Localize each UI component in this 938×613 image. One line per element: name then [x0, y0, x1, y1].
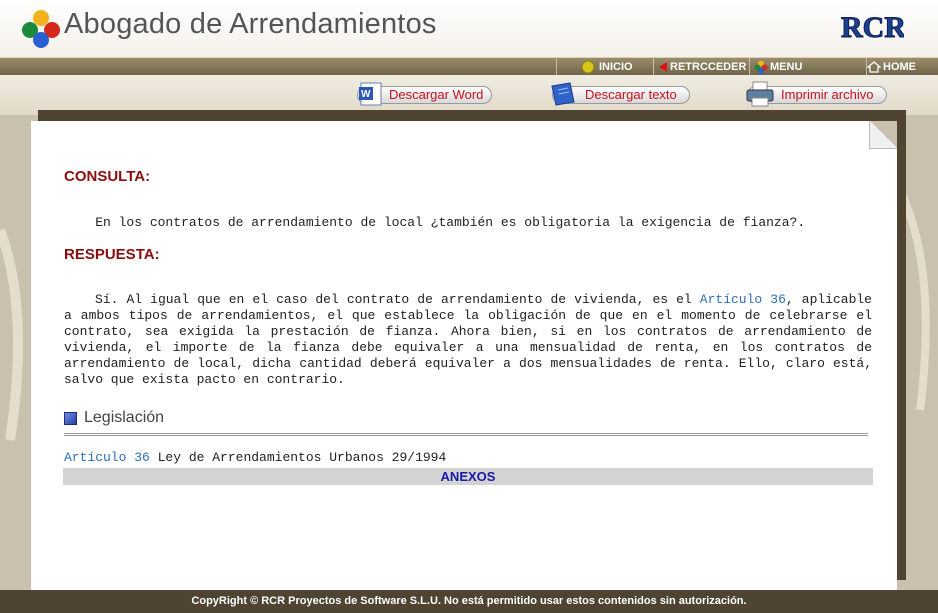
app-title: Abogado de Arrendamientos	[64, 8, 437, 40]
page-fold-corner	[869, 121, 897, 149]
nav-retroceder[interactable]: RETRCCEDER	[653, 58, 749, 76]
nav-home[interactable]: HOME	[866, 58, 938, 76]
printer-icon	[746, 81, 774, 107]
header: Abogado de Arrendamientos RCR	[0, 0, 938, 57]
answer-text: Sí. Al igual que en el caso del contrato…	[64, 292, 872, 388]
nav-retroceder-label: RETRCCEDER	[670, 61, 747, 73]
download-text-label: Descargar texto	[585, 87, 677, 102]
legislacion-header: Legislación	[64, 409, 868, 436]
legislacion-article-link[interactable]: Artículo 36	[64, 450, 150, 465]
home-icon	[866, 61, 882, 73]
print-button[interactable]: Imprimir archivo	[737, 81, 887, 107]
legislacion-entry: Artículo 36 Ley de Arrendamientos Urbano…	[64, 450, 446, 465]
svg-text:RCR: RCR	[841, 11, 904, 44]
rcr-brand-logo[interactable]: RCR	[840, 9, 905, 45]
back-arrow-icon	[659, 62, 667, 73]
legislacion-heading: Legislación	[84, 409, 165, 426]
app-logo-icon	[22, 10, 60, 48]
answer-text-before: Sí. Al igual que en el caso del contrato…	[95, 292, 700, 307]
answer-article-link[interactable]: Artículo 36	[700, 292, 786, 307]
circle-icon	[581, 60, 595, 74]
answer-paragraph: Sí. Al igual que en el caso del contrato…	[64, 292, 872, 388]
menu-logo-icon	[754, 60, 768, 75]
download-word-button[interactable]: W Descargar Word	[347, 82, 492, 106]
legislacion-square-icon	[64, 412, 77, 425]
nav-inicio[interactable]: INICIO	[556, 58, 653, 76]
anexos-link[interactable]: ANEXOS	[63, 468, 873, 485]
download-text-button[interactable]: Descargar texto	[542, 82, 690, 106]
consulta-heading: CONSULTA:	[64, 168, 151, 185]
word-doc-icon: W	[359, 82, 382, 106]
footer-copyright: CopyRight © RCR Proyectos de Software S.…	[0, 590, 938, 613]
text-doc-icon	[551, 82, 575, 106]
nav-inicio-label: INICIO	[599, 61, 633, 73]
nav-menu[interactable]: MENU	[749, 58, 866, 76]
respuesta-heading: RESPUESTA:	[64, 246, 160, 263]
nav-bar: INICIO RETRCCEDER MENU HOME	[0, 57, 938, 76]
legislacion-law-text: Ley de Arrendamientos Urbanos 29/1994	[149, 450, 447, 465]
print-label: Imprimir archivo	[781, 87, 874, 102]
question-text: En los contratos de arrendamiento de loc…	[64, 215, 806, 230]
nav-home-label: HOME	[883, 61, 916, 73]
svg-text:W: W	[361, 89, 371, 100]
download-word-label: Descargar Word	[389, 87, 484, 102]
nav-menu-label: MENU	[770, 61, 803, 73]
